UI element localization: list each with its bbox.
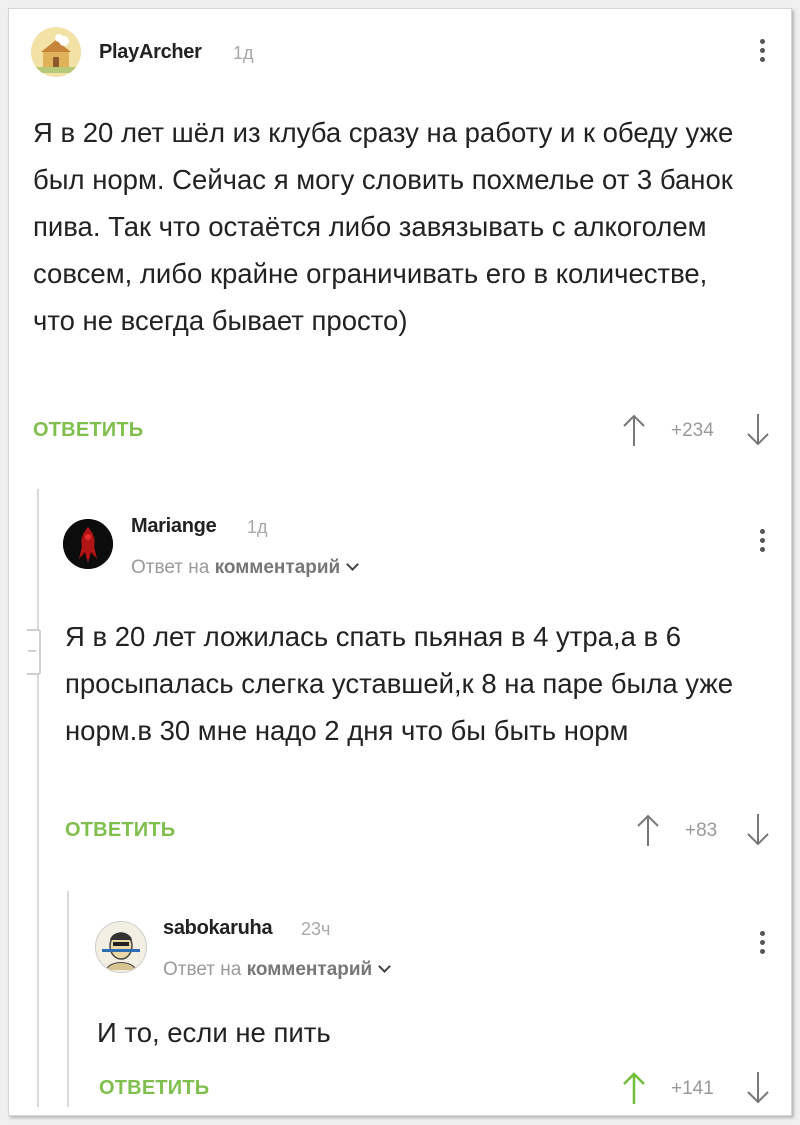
comment-text: И то, если не пить <box>97 1017 331 1048</box>
chevron-down-icon[interactable] <box>378 960 392 973</box>
rating-score: +141 <box>671 1078 714 1099</box>
arrow-down-icon[interactable] <box>745 1071 771 1105</box>
arrow-up-icon[interactable] <box>621 1071 647 1105</box>
more-vertical-icon[interactable] <box>760 931 766 958</box>
author-name[interactable]: sabokaruha <box>163 917 273 940</box>
reply-button[interactable]: ОТВЕТИТЬ <box>99 1077 209 1100</box>
vote-controls: +141 <box>621 1071 781 1105</box>
reply-to-prefix: Ответ на <box>163 959 242 980</box>
comment-time: 23ч <box>301 919 331 939</box>
reply-to-target[interactable]: комментарий <box>247 959 373 980</box>
comments-panel: PlayArcher 1д Я в 20 лет шёл из клуба ср… <box>8 8 792 1116</box>
avatar[interactable] <box>95 921 147 973</box>
comment-sabokaruha: sabokaruha 23ч Ответ на комментарий И то… <box>9 9 791 1115</box>
reply-to-link[interactable]: Ответ на комментарий <box>163 959 392 981</box>
avatar-image <box>96 922 146 972</box>
